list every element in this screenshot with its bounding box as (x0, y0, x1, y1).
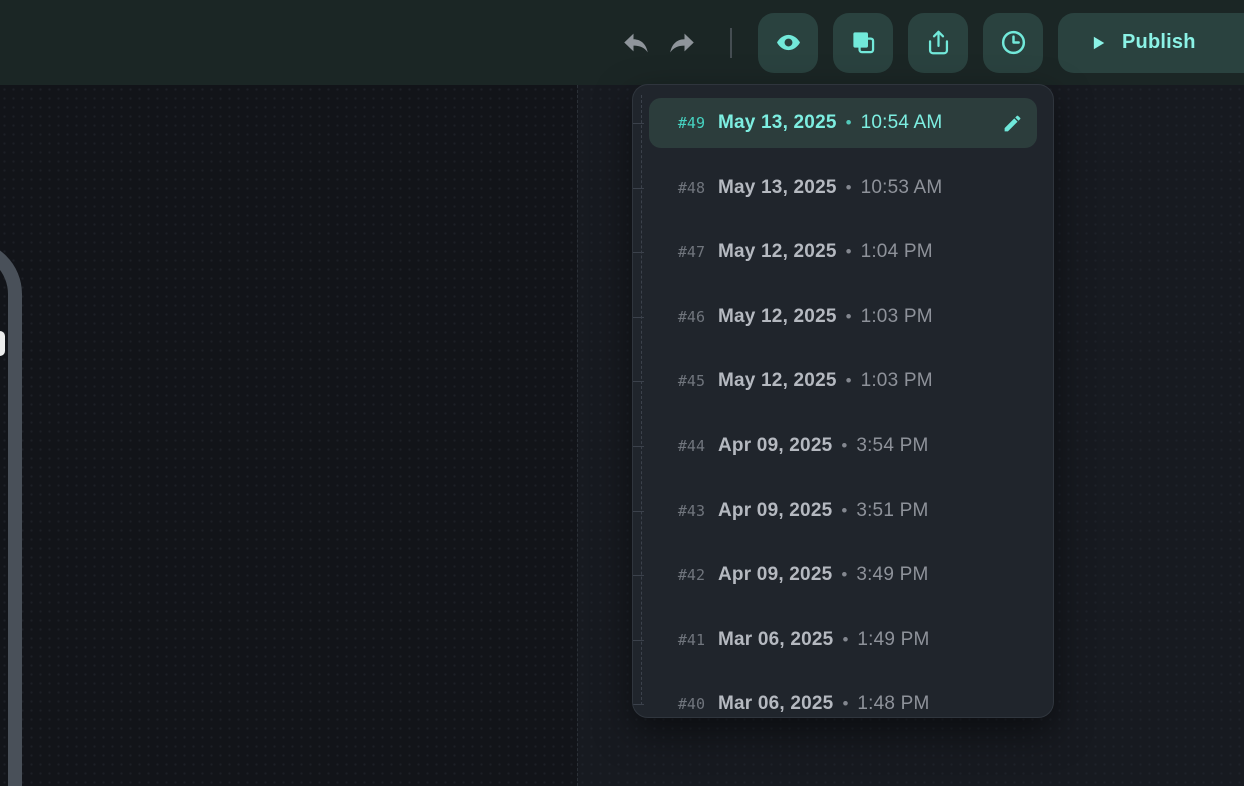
toolbar-divider (730, 28, 732, 58)
version-number: #46 (663, 308, 705, 326)
version-separator: • (841, 565, 847, 585)
version-row[interactable]: #43 Apr 09, 2025 • 3:51 PM (649, 478, 1037, 543)
version-row[interactable]: #44 Apr 09, 2025 • 3:54 PM (649, 414, 1037, 479)
version-number: #42 (663, 566, 705, 584)
pencil-icon (1002, 113, 1023, 134)
version-date: May 12, 2025 (718, 241, 837, 263)
version-time: 10:54 AM (861, 112, 943, 134)
version-time: 1:04 PM (861, 241, 933, 263)
version-number: #44 (663, 437, 705, 455)
top-toolbar: Publish (0, 0, 1244, 85)
version-date: Apr 09, 2025 (718, 500, 832, 522)
version-separator: • (841, 436, 847, 456)
version-time: 1:03 PM (861, 370, 933, 392)
version-row[interactable]: #42 Apr 09, 2025 • 3:49 PM (649, 543, 1037, 608)
version-separator: • (846, 113, 852, 133)
version-date: May 13, 2025 (718, 177, 837, 199)
version-separator: • (842, 694, 848, 714)
version-separator: • (846, 307, 852, 327)
eye-icon (775, 29, 802, 56)
version-row[interactable]: #46 May 12, 2025 • 1:03 PM (649, 285, 1037, 350)
version-time: 1:03 PM (861, 306, 933, 328)
version-number: #45 (663, 372, 705, 390)
version-date: Mar 06, 2025 (718, 693, 833, 715)
version-time: 3:51 PM (856, 500, 928, 522)
version-number: #48 (663, 179, 705, 197)
edit-version-button[interactable] (1002, 113, 1023, 134)
share-button[interactable] (908, 13, 968, 73)
version-number: #40 (663, 695, 705, 713)
version-separator: • (841, 501, 847, 521)
version-separator: • (846, 178, 852, 198)
redo-arrow-icon (667, 28, 697, 58)
version-row[interactable]: #47 May 12, 2025 • 1:04 PM (649, 220, 1037, 285)
version-row[interactable]: #40 Mar 06, 2025 • 1:48 PM (649, 672, 1037, 718)
version-separator: • (846, 242, 852, 262)
editor-canvas-left (0, 85, 577, 786)
version-time: 1:49 PM (857, 629, 929, 651)
undo-button[interactable] (620, 27, 652, 59)
version-time: 3:54 PM (856, 435, 928, 457)
version-history-panel: #49 May 13, 2025 • 10:54 AM #48 May 13, … (632, 84, 1054, 718)
redo-button[interactable] (666, 27, 698, 59)
version-separator: • (846, 371, 852, 391)
device-frame-corner (0, 240, 22, 786)
version-date: May 12, 2025 (718, 306, 837, 328)
canvas-divider (577, 85, 578, 786)
history-button[interactable] (983, 13, 1043, 73)
publish-button[interactable]: Publish (1058, 13, 1244, 73)
version-time: 1:48 PM (857, 693, 929, 715)
preview-button[interactable] (758, 13, 818, 73)
version-separator: • (842, 630, 848, 650)
version-number: #41 (663, 631, 705, 649)
copy-icon (850, 29, 877, 56)
version-row[interactable]: #48 May 13, 2025 • 10:53 AM (649, 156, 1037, 221)
version-time: 3:49 PM (856, 564, 928, 586)
version-number: #49 (663, 114, 705, 132)
version-row[interactable]: #41 Mar 06, 2025 • 1:49 PM (649, 607, 1037, 672)
version-date: Mar 06, 2025 (718, 629, 833, 651)
version-number: #43 (663, 502, 705, 520)
version-date: Apr 09, 2025 (718, 435, 832, 457)
version-date: May 13, 2025 (718, 112, 837, 134)
clock-icon (1000, 29, 1027, 56)
duplicate-button[interactable] (833, 13, 893, 73)
version-row[interactable]: #45 May 12, 2025 • 1:03 PM (649, 349, 1037, 414)
version-row[interactable]: #49 May 13, 2025 • 10:54 AM (649, 98, 1037, 148)
frame-content-sliver (0, 331, 5, 356)
play-icon (1088, 33, 1108, 53)
undo-arrow-icon (621, 28, 651, 58)
share-icon (925, 29, 952, 56)
version-number: #47 (663, 243, 705, 261)
version-list[interactable]: #49 May 13, 2025 • 10:54 AM #48 May 13, … (633, 85, 1053, 717)
publish-label: Publish (1122, 31, 1196, 54)
version-date: May 12, 2025 (718, 370, 837, 392)
version-date: Apr 09, 2025 (718, 564, 832, 586)
version-time: 10:53 AM (861, 177, 943, 199)
